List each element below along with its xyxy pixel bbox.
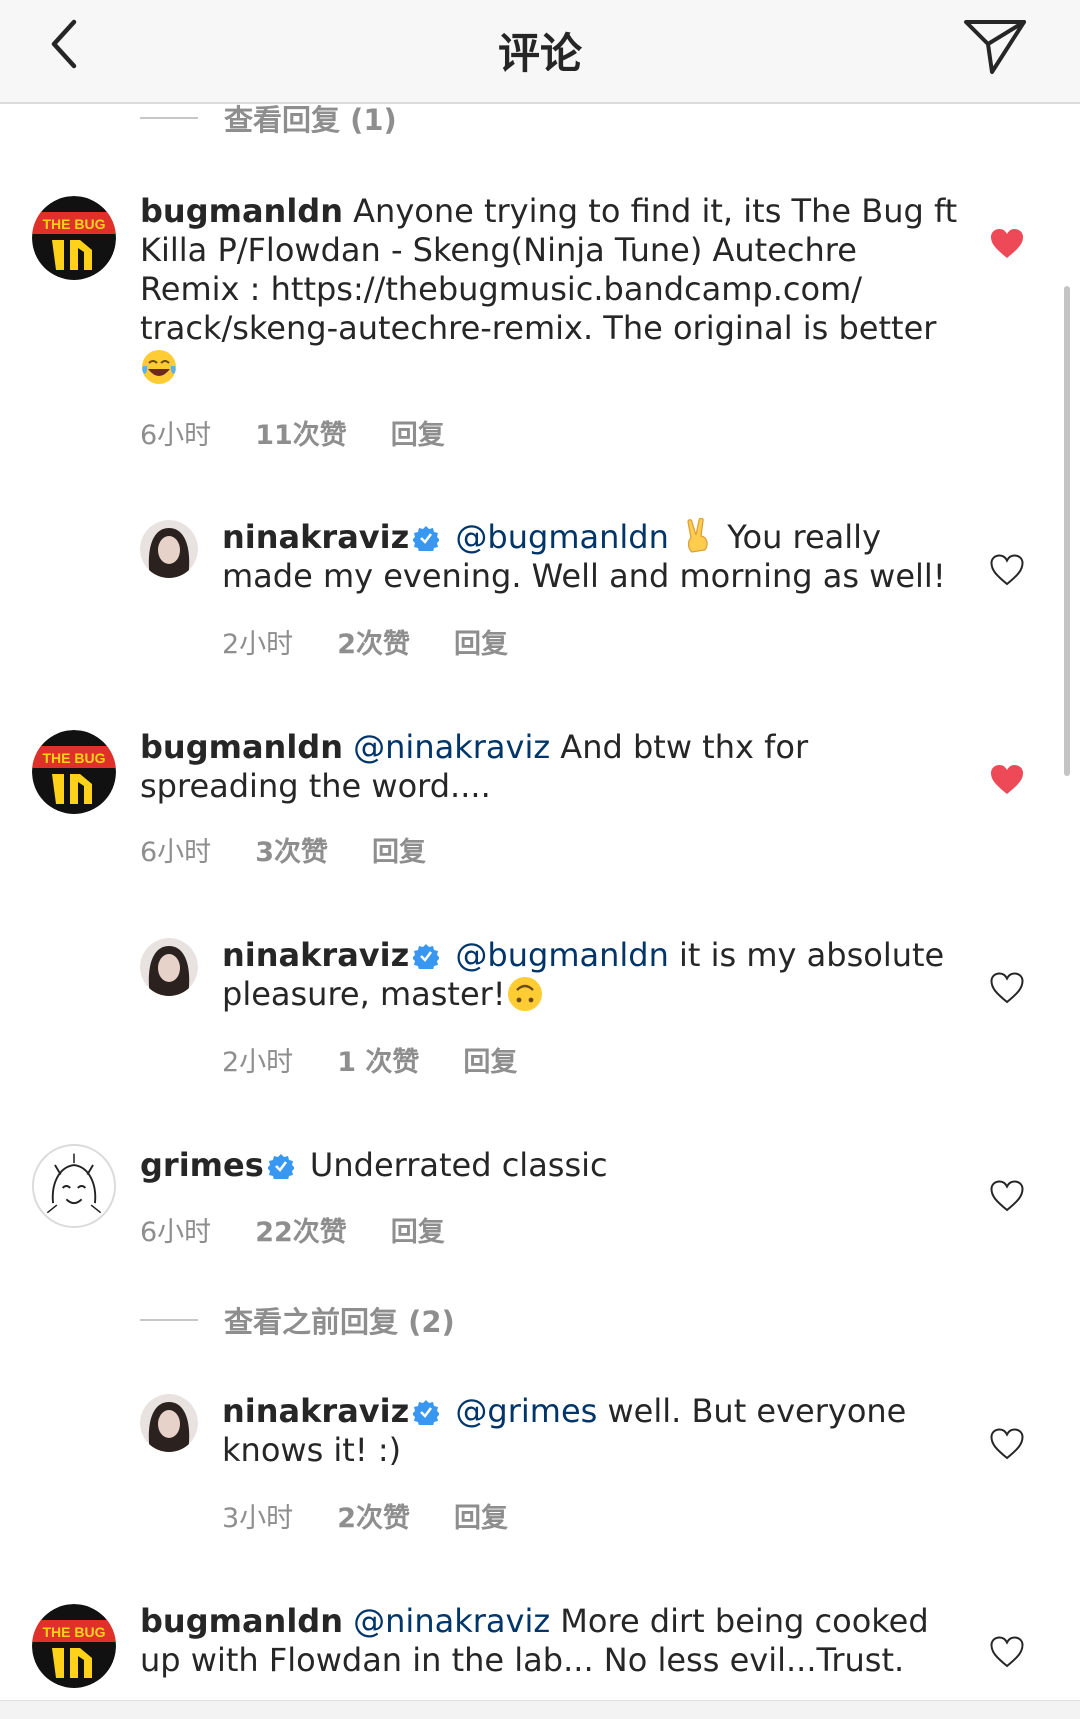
avatar[interactable] [32,1144,116,1228]
reply-button[interactable]: 回复 [454,1496,508,1535]
view-previous-replies-link[interactable]: 查看之前回复 (2) [140,1300,455,1340]
comment-meta: 2小时 2次赞 回复 [222,622,552,661]
mention-link[interactable]: @bugmanldn [455,518,668,556]
view-replies-link[interactable]: 查看回复 (1) [140,98,397,138]
svg-text:THE BUG: THE BUG [43,1624,106,1640]
send-icon[interactable] [962,16,1028,76]
verified-badge-icon [267,1154,294,1179]
heart-outline-icon[interactable] [990,1180,1024,1212]
comment-username[interactable]: ninakraviz [222,1392,409,1430]
verified-badge-icon [413,526,440,551]
comment-username[interactable]: ninakraviz [222,518,409,556]
upside-down-face-icon [507,977,542,1011]
comment-text: Underrated classic [309,1146,608,1184]
comment-meta: 6小时 11次赞 回复 [140,413,489,452]
view-previous-label: 查看之前回复 (2) [224,1305,455,1339]
comment-time: 2小时 [222,629,294,660]
reply-button[interactable]: 回复 [454,622,508,661]
comment-username[interactable]: bugmanldn [140,728,343,766]
divider-line [140,1319,198,1321]
avatar[interactable]: THE BUG [32,730,116,814]
svg-text:THE BUG: THE BUG [43,750,106,766]
scrollbar[interactable] [1064,286,1070,776]
heart-filled-icon[interactable] [990,764,1024,796]
comment-time: 6小时 [140,837,212,868]
heart-filled-icon[interactable] [990,228,1024,260]
comment-username[interactable]: ninakraviz [222,936,409,974]
mention-link[interactable]: @ninakraviz [353,728,550,766]
joy-emoji-icon [142,350,176,384]
comment-likes[interactable]: 11次赞 [255,413,347,452]
divider-line [140,117,198,119]
reply-button[interactable]: 回复 [391,1210,445,1249]
heart-outline-icon[interactable] [990,1636,1024,1668]
svg-text:THE BUG: THE BUG [43,216,106,232]
avatar[interactable] [140,520,198,578]
avatar[interactable] [140,1394,198,1452]
comment-time: 2小时 [222,1047,294,1078]
comment-likes[interactable]: 1 次赞 [337,1040,419,1079]
reply-button[interactable]: 回复 [463,1040,517,1079]
avatar[interactable] [140,938,198,996]
comment-username[interactable]: grimes [140,1146,264,1184]
verified-badge-icon [413,944,440,969]
comment-likes[interactable]: 2次赞 [337,1496,410,1535]
victory-hand-icon [687,518,708,553]
heart-outline-icon[interactable] [990,972,1024,1004]
mention-link[interactable]: @bugmanldn [455,936,668,974]
page-title: 评论 [497,29,582,78]
comment-username[interactable]: bugmanldn [140,1602,343,1640]
comment-time: 6小时 [140,420,212,451]
comment-meta: 2小时 1 次赞 回复 [222,1040,561,1079]
comment-meta: 6小时 3次赞 回复 [140,830,470,869]
comment-time: 3小时 [222,1503,294,1534]
avatar[interactable]: THE BUG [32,1604,116,1688]
comment-meta: 3小时 2次赞 回复 [222,1496,552,1535]
comment-username[interactable]: bugmanldn [140,192,343,230]
heart-outline-icon[interactable] [990,554,1024,586]
reply-button[interactable]: 回复 [372,830,426,869]
top-bar: 评论 [0,0,1080,104]
avatar[interactable]: THE BUG [32,196,116,280]
bottom-edge [0,1700,1080,1719]
comment-time: 6小时 [140,1217,212,1248]
mention-link[interactable]: @ninakraviz [353,1602,550,1640]
heart-outline-icon[interactable] [990,1428,1024,1460]
mention-link[interactable]: @grimes [455,1392,597,1430]
verified-badge-icon [413,1400,440,1425]
reply-button[interactable]: 回复 [391,413,445,452]
comment-likes[interactable]: 3次赞 [255,830,328,869]
comment-likes[interactable]: 22次赞 [255,1210,347,1249]
comment-meta: 6小时 22次赞 回复 [140,1210,489,1249]
comment-likes[interactable]: 2次赞 [337,622,410,661]
